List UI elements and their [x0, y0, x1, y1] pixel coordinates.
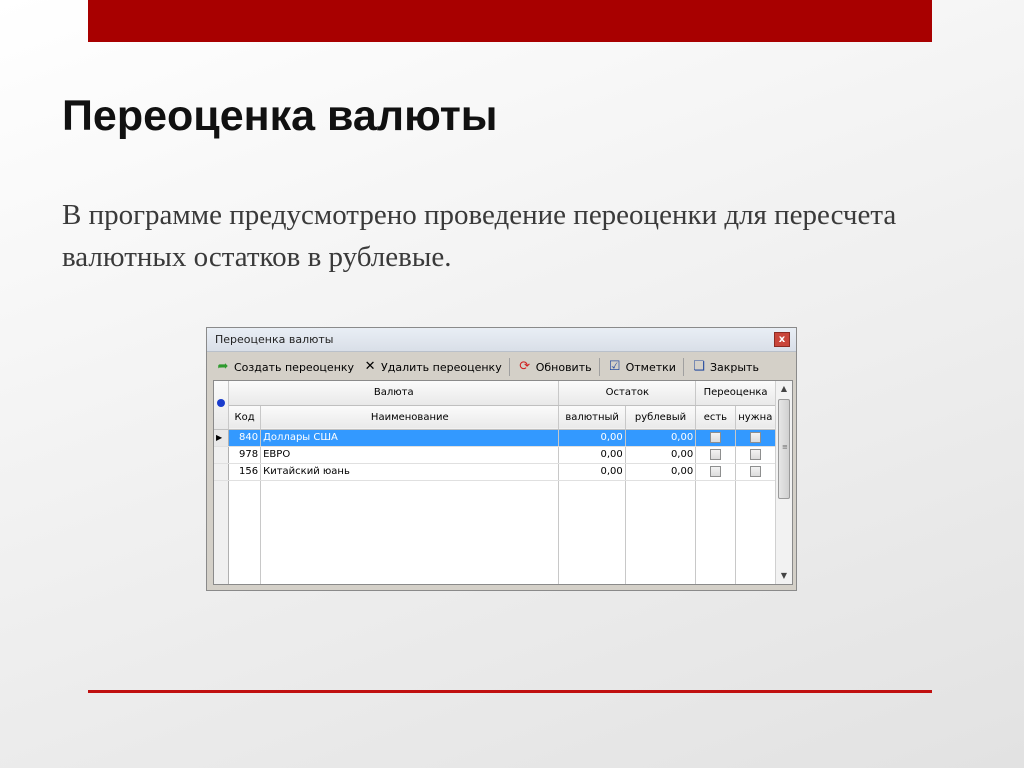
window-titlebar[interactable]: Переоценка валюты x [207, 328, 796, 352]
cell-ruble-amount[interactable]: 0,00 [625, 463, 697, 481]
refresh-icon: ⟳ [519, 359, 531, 374]
close-label: Закрыть [709, 360, 759, 374]
column-header-currency-amount[interactable]: валютный [558, 405, 626, 430]
slide-body-text: В программе предусмотрено проведение пер… [62, 199, 897, 273]
cell-code[interactable]: 156 [228, 463, 262, 481]
revaluation-group-header[interactable]: Переоценка [695, 381, 776, 406]
cell-needed[interactable] [735, 463, 777, 481]
table-row[interactable]: 156 Китайский юань 0,00 0,00 [214, 463, 777, 481]
column-header-needed[interactable]: нужна [735, 405, 777, 430]
empty-cell [260, 480, 560, 584]
empty-cell [228, 480, 262, 584]
empty-cell [735, 480, 777, 584]
cell-ruble-amount[interactable]: 0,00 [625, 429, 697, 447]
currency-grid: Валюта Остаток Переоценка Код Наименован… [213, 380, 793, 585]
currency-group-header[interactable]: Валюта [228, 381, 560, 406]
top-accent-bar [88, 0, 932, 42]
delete-revaluation-button[interactable]: ✕ Удалить переоценку [358, 356, 506, 378]
cell-currency-amount[interactable]: 0,00 [558, 429, 626, 447]
slide-title: Переоценка валюты [62, 92, 498, 140]
column-header-code[interactable]: Код [228, 405, 262, 430]
table-row[interactable]: ▶ 840 Доллары США 0,00 0,00 [214, 429, 777, 447]
table-row[interactable]: 978 ЕВРО 0,00 0,00 [214, 446, 777, 464]
revaluation-window: Переоценка валюты x ➦ Создать переоценку… [206, 327, 797, 591]
refresh-button[interactable]: ⟳ Обновить [513, 356, 596, 378]
toolbar: ➦ Создать переоценку ✕ Удалить переоценк… [211, 354, 792, 380]
marks-button[interactable]: ☑ Отметки [603, 356, 680, 378]
cell-name[interactable]: Китайский юань [260, 463, 560, 481]
toolbar-separator [682, 358, 684, 376]
needed-checkbox[interactable] [749, 431, 761, 443]
needed-checkbox[interactable] [749, 465, 761, 477]
toolbar-separator [598, 358, 600, 376]
column-header-name[interactable]: Наименование [260, 405, 560, 430]
create-revaluation-button[interactable]: ➦ Создать переоценку [211, 356, 358, 378]
arrow-forward-icon: ➦ [217, 359, 229, 374]
empty-row [214, 480, 777, 584]
row-indicator: ▶ [214, 429, 229, 447]
cell-needed[interactable] [735, 446, 777, 464]
bottom-accent-line [88, 690, 932, 693]
marks-label: Отметки [625, 360, 676, 374]
needed-checkbox[interactable] [749, 448, 761, 460]
empty-cell [625, 480, 697, 584]
cell-ruble-amount[interactable]: 0,00 [625, 446, 697, 464]
indicator-dot-icon [217, 399, 225, 408]
current-row-arrow-icon: ▶ [216, 433, 223, 442]
thumb-grip-icon: ≡ [782, 443, 788, 451]
scroll-down-arrow-icon[interactable]: ▼ [776, 568, 792, 584]
column-header-ruble-amount[interactable]: рублевый [625, 405, 697, 430]
row-indicator [214, 446, 229, 464]
cell-currency-amount[interactable]: 0,00 [558, 463, 626, 481]
empty-cell [695, 480, 736, 584]
row-indicator [214, 463, 229, 481]
window-title: Переоценка валюты [215, 333, 334, 346]
close-window-icon: ❏ [693, 359, 705, 374]
currency-table: Валюта Остаток Переоценка Код Наименован… [214, 381, 777, 584]
empty-cell [558, 480, 626, 584]
cell-code[interactable]: 840 [228, 429, 262, 447]
exists-checkbox[interactable] [709, 448, 721, 460]
cell-currency-amount[interactable]: 0,00 [558, 446, 626, 464]
cell-name[interactable]: Доллары США [260, 429, 560, 447]
cell-code[interactable]: 978 [228, 446, 262, 464]
cell-exists[interactable] [695, 446, 736, 464]
cell-exists[interactable] [695, 429, 736, 447]
delete-revaluation-label: Удалить переоценку [381, 360, 502, 374]
row-indicator [214, 480, 229, 584]
refresh-label: Обновить [535, 360, 592, 374]
vertical-scrollbar[interactable]: ▲ ≡ ▼ [775, 381, 792, 584]
scroll-up-arrow-icon[interactable]: ▲ [776, 381, 792, 397]
window-close-button[interactable]: x [774, 332, 790, 347]
toolbar-separator [508, 358, 510, 376]
close-button[interactable]: ❏ Закрыть [687, 356, 763, 378]
scrollbar-thumb[interactable]: ≡ [778, 399, 790, 499]
marks-icon: ☑ [608, 359, 621, 374]
x-icon: ✕ [364, 359, 376, 374]
cell-name[interactable]: ЕВРО [260, 446, 560, 464]
row-indicator-header [214, 381, 229, 430]
exists-checkbox[interactable] [709, 465, 721, 477]
cell-exists[interactable] [695, 463, 736, 481]
column-header-exists[interactable]: есть [695, 405, 736, 430]
balance-group-header[interactable]: Остаток [558, 381, 697, 406]
create-revaluation-label: Создать переоценку [234, 360, 355, 374]
cell-needed[interactable] [735, 429, 777, 447]
exists-checkbox[interactable] [709, 431, 721, 443]
